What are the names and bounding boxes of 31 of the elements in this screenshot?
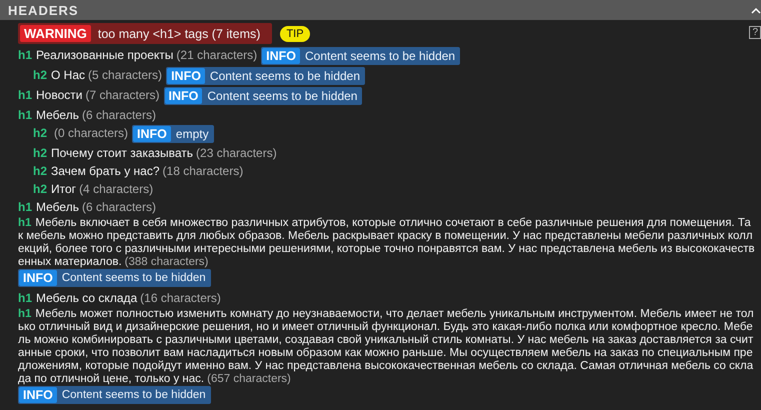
- heading-entry: h2 О Нас (5 characters): [33, 68, 162, 82]
- info-label: INFO: [164, 88, 202, 104]
- info-message: Content seems to be hidden: [60, 271, 207, 286]
- info-message: Content seems to be hidden: [60, 388, 207, 403]
- info-label: INFO: [19, 270, 57, 286]
- tip-button[interactable]: TIP: [280, 26, 310, 42]
- info-message: Content seems to be hidden: [304, 48, 456, 64]
- heading-entry: h2 Зачем брать у нас? (18 characters): [33, 164, 244, 178]
- panel-header[interactable]: HEADERS: [0, 0, 761, 20]
- heading-entry: h1 Новости (7 characters): [18, 88, 160, 102]
- heading-entry: h1 Реализованные проекты (21 characters): [18, 48, 258, 62]
- collapse-icon[interactable]: [751, 6, 761, 14]
- heading-entry: h1 Мебель (6 characters): [18, 200, 156, 214]
- info-label: INFO: [133, 126, 171, 142]
- info-label: INFO: [262, 48, 300, 64]
- heading-entry: h2 Итог (4 characters): [33, 182, 154, 196]
- warning-label: WARNING: [20, 25, 91, 42]
- info-label: INFO: [167, 68, 205, 84]
- heading-entry: h1 Мебель со склада (16 characters): [18, 291, 221, 305]
- info-message: Content seems to be hidden: [206, 88, 358, 104]
- panel-title: HEADERS: [8, 2, 79, 18]
- info-label: INFO: [19, 387, 57, 403]
- heading-entry: h2 Почему стоит заказывать (23 characters): [33, 146, 277, 160]
- info-message: Content seems to be hidden: [208, 68, 362, 84]
- heading-entry: h1 Мебель (6 characters): [18, 108, 156, 122]
- heading-entry: h1 Мебель включает в себя множество различных атрибутов, которые отлично сочетают в себе различные решения для помещения. Так мебель можно представить для любых образов. Мебель раскрывает краску в помещении. У нас представлены мебели различных коллекций, более того с различными интересными решениями, которые точно понравятся вам. У нас представлена мебель из высококачественных материалов. (388 characters): [18, 217, 755, 269]
- info-message: empty: [174, 126, 210, 142]
- heading-entry: h2 (0 characters): [33, 126, 128, 140]
- warning-message: too many <h1> tags (7 items): [98, 26, 260, 40]
- heading-entry: h1 Мебель может полностью изменить комнату до неузнаваемости, что делает мебель уникальным инструментом. Мебель имеет не только отличный вид и дизайнерские решения, но и имеет отличный функционал. Будь это какая-либо полка или комфортное кресло. Мебель можно комбинировать с различными цветами, создавая свой уникальный стиль комнаты. У нас мебель на заказ доставляется за считанные сроки, что позволит вам насладиться новым образом как можно раньше. Мы осуществляем мебель на заказ по специальным предложениям, которые подойдут именно вам. У нас представлена высококачественная мебель со склада. Самая отличная мебель со склада по отличной цене, только у нас. (657 characters): [18, 308, 755, 386]
- help-icon[interactable]: ?: [749, 26, 761, 39]
